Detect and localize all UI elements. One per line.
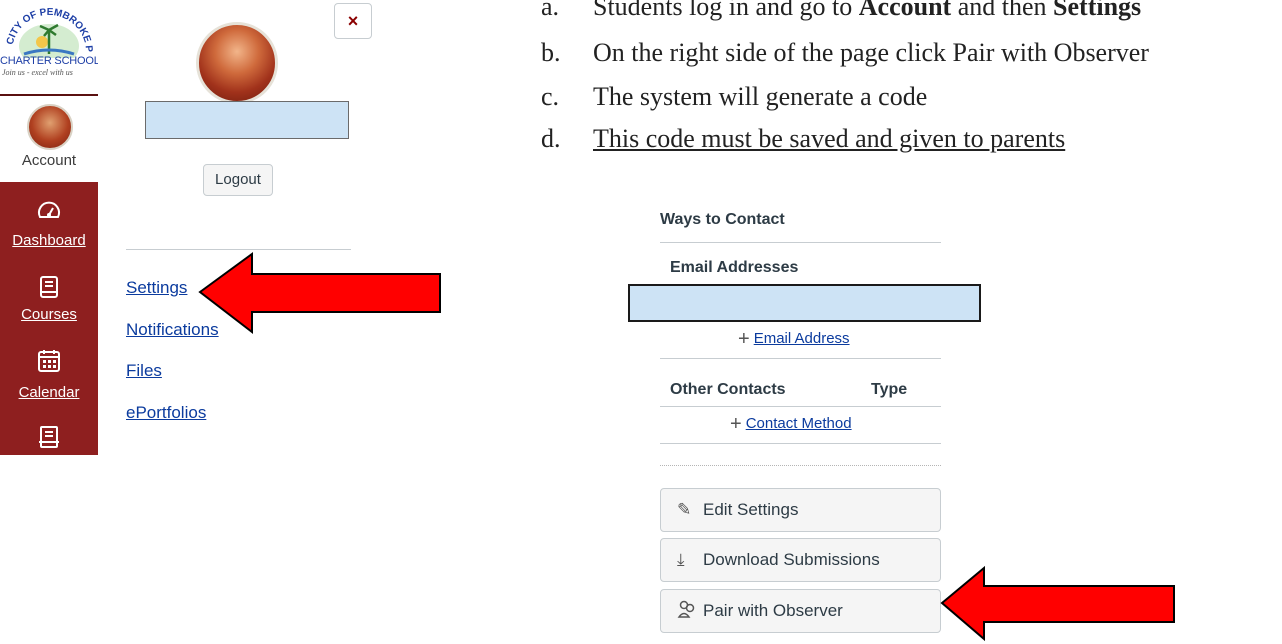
settings-link[interactable]: Settings	[126, 278, 187, 298]
nav-account-label[interactable]: Account	[0, 152, 98, 169]
calendar-icon[interactable]	[36, 348, 62, 374]
download-icon: ⤓	[677, 550, 685, 569]
pair-with-observer-button[interactable]: Pair with Observer	[660, 589, 941, 633]
plus-icon: +	[738, 328, 750, 350]
instruction-step-a: a. Students log in and go to Account and …	[541, 0, 1142, 21]
instruction-step-b: b. On the right side of the page click Pa…	[541, 38, 1149, 67]
logo-emblem-icon: CITY OF PEMBROKE PINES	[4, 6, 94, 58]
plus-icon: +	[730, 413, 742, 435]
nav-item-calendar[interactable]: Calendar	[0, 384, 98, 401]
logo-tagline: Join us - excel with us	[2, 68, 73, 77]
observer-pair-icon	[677, 590, 699, 632]
instruction-step-c: c. The system will generate a code	[541, 82, 928, 111]
red-arrow-annotation-icon	[940, 565, 1175, 642]
nav-item-dashboard[interactable]: Dashboard	[0, 232, 98, 249]
logout-button[interactable]: Logout	[203, 164, 273, 196]
edit-settings-button[interactable]: ✎ Edit Settings	[660, 488, 941, 532]
email-addresses-header: Email Addresses	[670, 259, 799, 276]
download-submissions-button[interactable]: ⤓ Download Submissions	[660, 538, 941, 582]
red-arrow-annotation-icon	[198, 252, 441, 335]
dashboard-gauge-icon[interactable]	[36, 197, 62, 223]
logo-school-name: CHARTER SCHOOL	[0, 55, 98, 67]
divider	[660, 406, 941, 407]
book-icon[interactable]	[36, 274, 62, 300]
instruction-step-d: d. This code must be saved and given to p…	[541, 124, 1066, 153]
school-logo[interactable]: CITY OF PEMBROKE PINES CHARTER SCHOOL Jo…	[0, 0, 98, 96]
ways-to-contact-heading: Ways to Contact	[660, 211, 785, 228]
close-tray-button[interactable]: ×	[334, 3, 372, 39]
profile-avatar	[196, 22, 278, 104]
add-contact-method-link[interactable]: + Contact Method	[730, 413, 852, 436]
dotted-divider	[660, 465, 941, 466]
pencil-icon: ✎	[677, 500, 692, 519]
nav-item-courses[interactable]: Courses	[0, 306, 98, 323]
eportfolios-link[interactable]: ePortfolios	[126, 403, 206, 423]
type-header: Type	[871, 381, 908, 398]
files-link[interactable]: Files	[126, 361, 162, 381]
other-contacts-header: Other Contacts	[670, 381, 786, 398]
inbox-icon[interactable]	[36, 424, 62, 450]
add-email-address-link[interactable]: + Email Address	[738, 328, 850, 351]
nav-account-avatar[interactable]	[27, 104, 73, 150]
redacted-user-name	[145, 101, 349, 139]
divider	[660, 443, 941, 444]
redacted-email-address	[628, 284, 981, 322]
divider	[660, 358, 941, 359]
divider	[660, 242, 941, 243]
